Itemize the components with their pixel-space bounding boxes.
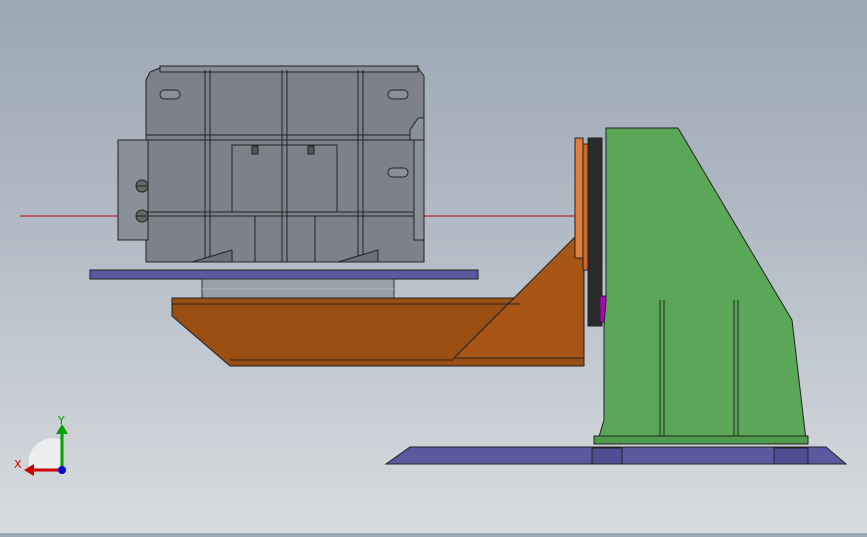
graphics-viewport[interactable]: X Y: [0, 0, 867, 533]
x-axis-label: X: [14, 458, 22, 471]
coordinate-triad: X Y: [12, 412, 82, 482]
positioner-column[interactable]: [593, 127, 809, 445]
y-axis-label: Y: [57, 414, 65, 427]
z-axis-dot-icon: [58, 466, 66, 474]
base-plate[interactable]: [384, 446, 848, 465]
model-view[interactable]: [0, 0, 867, 533]
gearbox-housing[interactable]: [117, 65, 425, 263]
turntable-plate[interactable]: [89, 269, 479, 280]
